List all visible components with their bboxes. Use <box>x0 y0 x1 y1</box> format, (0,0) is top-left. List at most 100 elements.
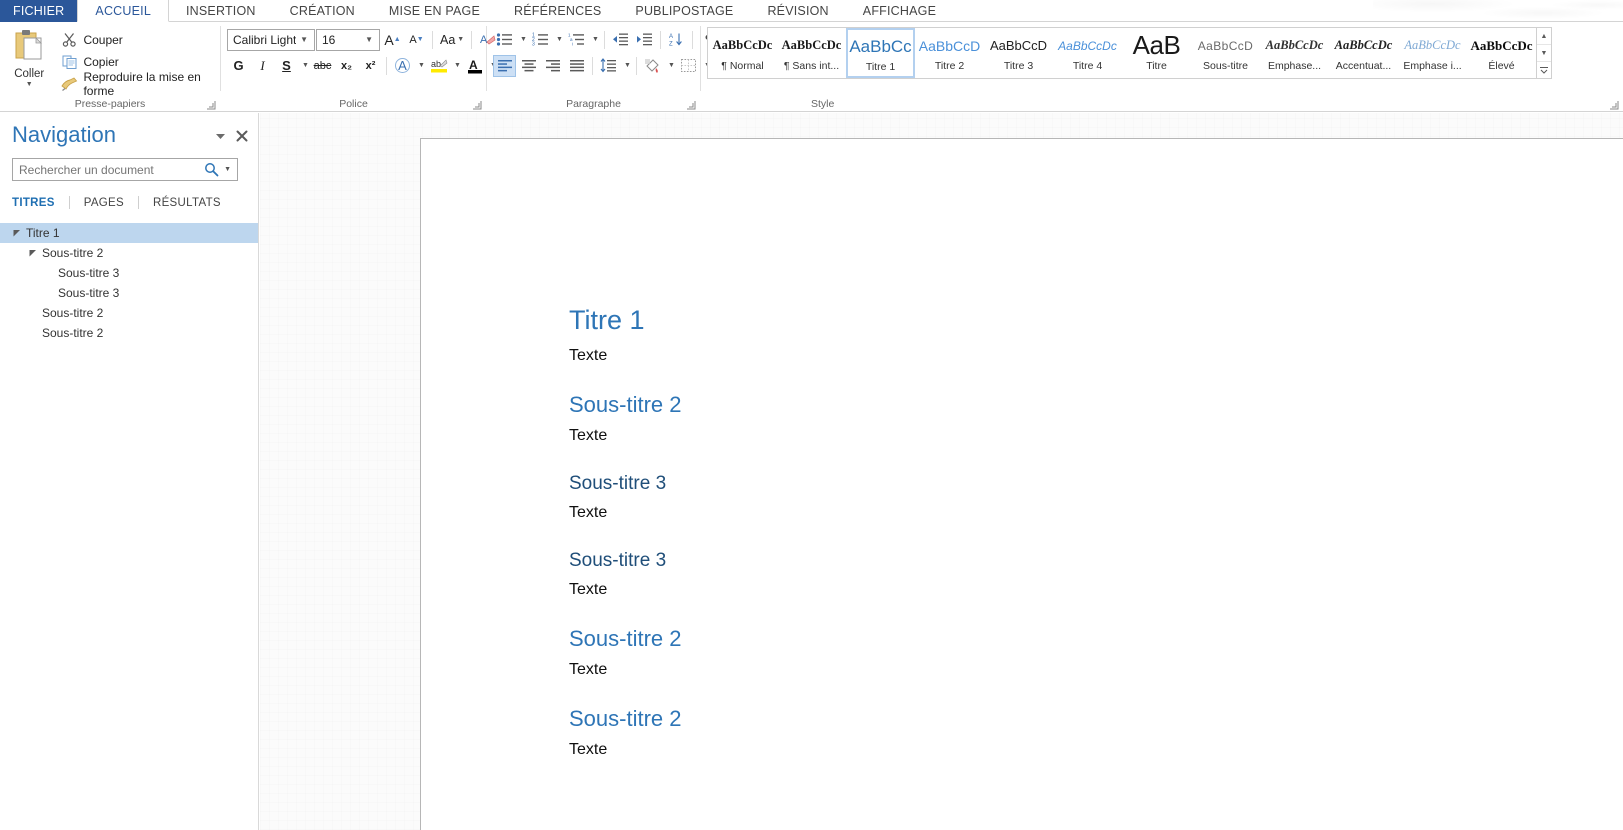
tab-mise-en-page[interactable]: MISE EN PAGE <box>372 0 497 22</box>
nav-tree-item[interactable]: Sous-titre 3 <box>0 283 258 303</box>
nav-tree-item[interactable]: Sous-titre 2 <box>0 323 258 343</box>
paste-dropdown-caret[interactable]: ▼ <box>26 81 33 89</box>
style-item-titre-3[interactable]: AaBbCcD Titre 3 <box>984 28 1053 78</box>
nav-tab-titres[interactable]: TITRES <box>12 197 69 209</box>
sort-icon[interactable]: A Z <box>665 29 688 51</box>
bullet-list-dropdown[interactable]: ▼ <box>517 29 528 51</box>
document-heading-h2[interactable]: Sous-titre 2 <box>569 625 1623 653</box>
tab-cr-ation[interactable]: CRÉATION <box>273 0 372 22</box>
style-item-sans-int[interactable]: AaBbCcDc ¶ Sans int... <box>777 28 846 78</box>
document-paragraph[interactable]: Texte <box>569 579 1623 600</box>
font-name-combo[interactable]: Calibri Light ▼ <box>227 28 315 51</box>
nav-tree-item[interactable]: Sous-titre 3 <box>0 263 258 283</box>
document-heading-h3[interactable]: Sous-titre 3 <box>569 471 1623 496</box>
superscript-button[interactable]: x² <box>359 55 382 77</box>
document-heading-h3[interactable]: Sous-titre 3 <box>569 548 1623 573</box>
borders-icon[interactable] <box>677 55 700 77</box>
document-paragraph[interactable]: Texte <box>569 659 1623 680</box>
navigation-search-box[interactable]: ▼ <box>12 158 238 181</box>
tab-r-vision[interactable]: RÉVISION <box>750 0 845 22</box>
tab-fichier[interactable]: FICHIER <box>0 0 78 22</box>
style-item-sous-titre[interactable]: AaBbCcD Sous-titre <box>1191 28 1260 78</box>
font-size-combo[interactable]: 16 ▼ <box>316 28 380 51</box>
style-item-élevé[interactable]: AaBbCcDc Élevé <box>1467 28 1536 78</box>
change-case-button[interactable]: Aa ▼ <box>437 29 467 51</box>
close-icon[interactable] <box>236 130 248 142</box>
clipboard-command-couper[interactable]: Couper <box>58 29 220 50</box>
tab-r-f-rences[interactable]: RÉFÉRENCES <box>497 0 618 22</box>
paragraph-dialog-launcher[interactable] <box>686 100 696 110</box>
search-input[interactable] <box>19 162 205 177</box>
clipboard-dialog-launcher[interactable] <box>206 100 216 110</box>
strikethrough-button[interactable]: abc <box>311 55 334 77</box>
bold-button[interactable]: G <box>227 55 250 77</box>
chevron-down-icon[interactable]: ▼ <box>296 35 312 44</box>
style-item-normal[interactable]: AaBbCcDc ¶ Normal <box>708 28 777 78</box>
tab-accueil[interactable]: ACCUEIL <box>77 0 169 22</box>
italic-button[interactable]: I <box>251 55 274 77</box>
document-paragraph[interactable]: Texte <box>569 425 1623 446</box>
style-item-titre-1[interactable]: AaBbCc Titre 1 <box>846 28 915 78</box>
nav-tree-item[interactable]: Sous-titre 2 <box>0 303 258 323</box>
nav-tab-pages[interactable]: PAGES <box>70 197 138 209</box>
shading-dropdown[interactable]: ▼ <box>665 55 676 77</box>
nav-tree-item[interactable]: Sous-titre 2 <box>0 243 258 263</box>
text-effects-icon[interactable]: A <box>391 55 414 77</box>
decrease-indent-icon[interactable] <box>609 29 632 51</box>
clipboard-command-reproduire[interactable]: Reproduire la mise en forme <box>58 70 220 98</box>
styles-scroll-up-button[interactable]: ▲ <box>1537 28 1551 45</box>
chevron-down-icon[interactable]: ▼ <box>361 35 377 44</box>
align-center-icon[interactable] <box>517 55 540 77</box>
nav-tree-item[interactable]: Titre 1 <box>0 223 258 243</box>
grow-font-button[interactable]: A ▲ <box>381 29 404 51</box>
expand-collapse-triangle-icon[interactable] <box>12 228 22 238</box>
document-paragraph[interactable]: Texte <box>569 502 1623 523</box>
document-paragraph[interactable]: Texte <box>569 739 1623 760</box>
increase-indent-icon[interactable] <box>633 29 656 51</box>
shading-icon[interactable] <box>641 55 664 77</box>
nav-tab-résultats[interactable]: RÉSULTATS <box>139 197 235 209</box>
style-item-emphase[interactable]: AaBbCcDc Emphase... <box>1260 28 1329 78</box>
chevron-down-icon[interactable] <box>215 132 226 141</box>
style-item-titre-4[interactable]: AaBbCcDc Titre 4 <box>1053 28 1122 78</box>
tab-affichage[interactable]: AFFICHAGE <box>846 0 953 22</box>
multilevel-list-dropdown[interactable]: ▼ <box>589 29 600 51</box>
styles-more-button[interactable] <box>1537 62 1551 78</box>
styles-dialog-launcher[interactable] <box>1609 100 1619 110</box>
multilevel-list-icon[interactable]: 1 a i <box>565 29 588 51</box>
document-page[interactable]: Titre 1 Texte Sous-titre 2 Texte Sous-titre … <box>420 138 1623 830</box>
line-spacing-dropdown[interactable]: ▼ <box>621 55 632 77</box>
numbered-list-icon[interactable]: 1 2 3 <box>529 29 552 51</box>
style-item-titre-2[interactable]: AaBbCcD Titre 2 <box>915 28 984 78</box>
style-item-accentuat[interactable]: AaBbCcDc Accentuat... <box>1329 28 1398 78</box>
text-effects-dropdown[interactable]: ▼ <box>415 55 426 77</box>
document-workspace[interactable]: Titre 1 Texte Sous-titre 2 Texte Sous-titre … <box>260 113 1623 830</box>
style-item-emphase-i[interactable]: AaBbCcDc Emphase i... <box>1398 28 1467 78</box>
underline-dropdown[interactable]: ▼ <box>299 55 310 77</box>
align-left-icon[interactable] <box>493 54 516 77</box>
shrink-font-button[interactable]: A ▼ <box>405 29 428 51</box>
tab-publipostage[interactable]: PUBLIPOSTAGE <box>618 0 750 22</box>
document-heading-h2[interactable]: Sous-titre 2 <box>569 391 1623 419</box>
tab-insertion[interactable]: INSERTION <box>169 0 273 22</box>
search-icon[interactable] <box>204 162 219 177</box>
search-options-chevron-down-icon[interactable]: ▼ <box>219 166 234 173</box>
document-heading-h2[interactable]: Sous-titre 2 <box>569 705 1623 733</box>
numbered-list-dropdown[interactable]: ▼ <box>553 29 564 51</box>
line-spacing-icon[interactable] <box>597 55 620 77</box>
highlight-dropdown[interactable]: ▼ <box>451 55 462 77</box>
highlight-icon[interactable]: ab <box>427 55 450 77</box>
font-dialog-launcher[interactable] <box>472 100 482 110</box>
paste-button[interactable]: Coller ▼ <box>4 26 54 89</box>
subscript-button[interactable]: x₂ <box>335 55 358 77</box>
document-heading-h1[interactable]: Titre 1 <box>569 304 1623 336</box>
expand-collapse-triangle-icon[interactable] <box>28 248 38 258</box>
document-body[interactable]: Titre 1 Texte Sous-titre 2 Texte Sous-titre … <box>421 139 1623 760</box>
style-item-titre[interactable]: AaB Titre <box>1122 28 1191 78</box>
styles-scroll-down-button[interactable]: ▼ <box>1537 45 1551 62</box>
align-right-icon[interactable] <box>541 55 564 77</box>
font-color-icon[interactable]: A <box>463 55 486 77</box>
underline-button[interactable]: S <box>275 55 298 77</box>
bullet-list-icon[interactable] <box>493 29 516 51</box>
document-paragraph[interactable]: Texte <box>569 345 1623 366</box>
